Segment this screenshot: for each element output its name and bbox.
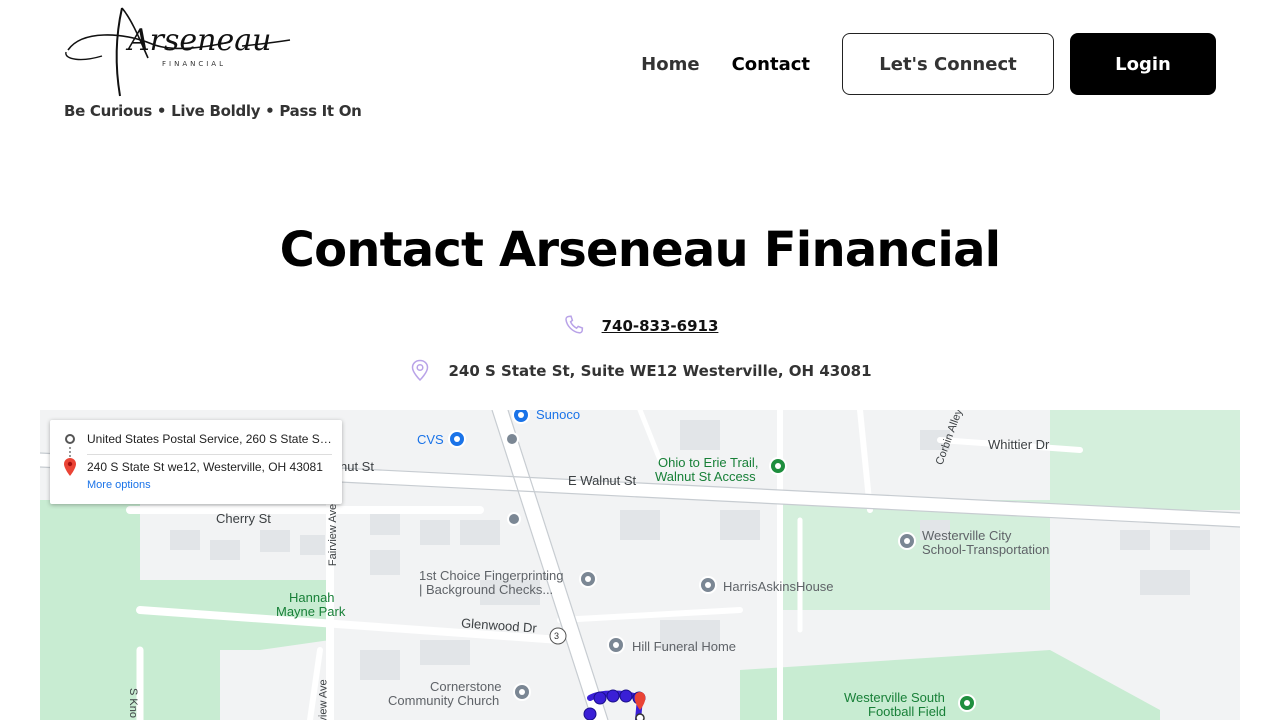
place-pin-icon[interactable] — [579, 570, 597, 588]
tree-icon[interactable] — [769, 457, 787, 475]
logo-wordmark: Arseneau — [125, 23, 271, 58]
more-options-link[interactable]: More options — [87, 479, 151, 491]
label-harris[interactable]: HarrisAskinsHouse — [723, 580, 834, 594]
brand-logo[interactable]: Arseneau FINANCIAL — [62, 0, 322, 100]
route-number: 3 — [554, 631, 560, 641]
label-fingerprinting-2[interactable]: | Background Checks... — [419, 583, 553, 597]
origin-circle-icon — [65, 434, 75, 444]
embedded-map[interactable]: Sunoco CVS Ohio to Erie Trail, Walnut St… — [40, 410, 1240, 720]
label-cornerstone-2[interactable]: Community Church — [388, 694, 499, 708]
bus-stop-icon[interactable] — [505, 432, 519, 446]
label-school-2[interactable]: School-Transportation — [922, 543, 1049, 557]
main-nav: Home Contact Let's Connect Login — [641, 33, 1216, 95]
logo-script: Arseneau FINANCIAL — [65, 7, 291, 97]
directions-card[interactable]: United States Postal Service, 260 S Stat… — [50, 420, 342, 504]
stadium-icon[interactable] — [958, 694, 976, 712]
label-fingerprinting-1[interactable]: 1st Choice Fingerprinting — [419, 569, 564, 583]
destination-pin-icon — [64, 458, 76, 476]
place-pin-icon-2[interactable] — [699, 576, 717, 594]
label-football-1[interactable]: Westerville South — [844, 691, 945, 705]
phone-link[interactable]: 740-833-6913 — [602, 317, 719, 335]
nav-home[interactable]: Home — [641, 54, 699, 75]
tagline: Be Curious • Live Boldly • Pass It On — [64, 102, 362, 120]
login-button[interactable]: Login — [1070, 33, 1216, 95]
address-row: 240 S State St, Suite WE12 Westerville, … — [0, 358, 1280, 384]
label-cvs[interactable]: CVS — [417, 433, 444, 447]
destination-text[interactable]: 240 S State St we12, Westerville, OH 430… — [87, 460, 332, 474]
phone-row: 740-833-6913 — [0, 313, 1280, 339]
school-icon[interactable] — [898, 532, 916, 550]
page-title: Contact Arseneau Financial — [279, 222, 1002, 278]
route-dots-icon — [69, 447, 71, 457]
address-text: 240 S State St, Suite WE12 Westerville, … — [448, 362, 872, 380]
label-s-kno: S Kno — [126, 688, 139, 718]
church-icon[interactable] — [513, 683, 531, 701]
phone-icon — [562, 313, 588, 339]
label-whittier: Whittier Dr — [988, 437, 1050, 452]
shopping-bag-icon[interactable] — [448, 430, 466, 448]
origin-text[interactable]: United States Postal Service, 260 S Stat… — [87, 432, 332, 446]
label-ohio-erie-1[interactable]: Ohio to Erie Trail, — [658, 456, 758, 470]
label-school-1[interactable]: Westerville City — [922, 529, 1011, 543]
bus-stop-icon-2[interactable] — [507, 512, 521, 526]
divider — [87, 454, 332, 455]
place-pin-icon-3[interactable] — [607, 636, 625, 654]
label-sunoco[interactable]: Sunoco — [536, 410, 580, 422]
label-football-2[interactable]: Football Field — [868, 705, 946, 719]
map-pin-icon — [408, 358, 434, 384]
label-hill-funeral[interactable]: Hill Funeral Home — [632, 640, 736, 654]
label-fairview: Fairview Ave — [327, 503, 340, 567]
label-ohio-erie-2[interactable]: Walnut St Access — [655, 470, 756, 484]
label-cherry: Cherry St — [216, 511, 271, 526]
label-walnut-west: nut St — [340, 459, 374, 474]
label-hannah-1[interactable]: Hannah — [289, 591, 335, 605]
lets-connect-button[interactable]: Let's Connect — [842, 33, 1054, 95]
label-hannah-2[interactable]: Mayne Park — [276, 605, 345, 619]
logo-subtext: FINANCIAL — [162, 60, 226, 68]
label-walnut-east: E Walnut St — [568, 473, 637, 488]
nav-contact[interactable]: Contact — [732, 54, 810, 75]
label-cornerstone-1[interactable]: Cornerstone — [430, 680, 502, 694]
label-view-ave: view Ave — [317, 679, 330, 720]
